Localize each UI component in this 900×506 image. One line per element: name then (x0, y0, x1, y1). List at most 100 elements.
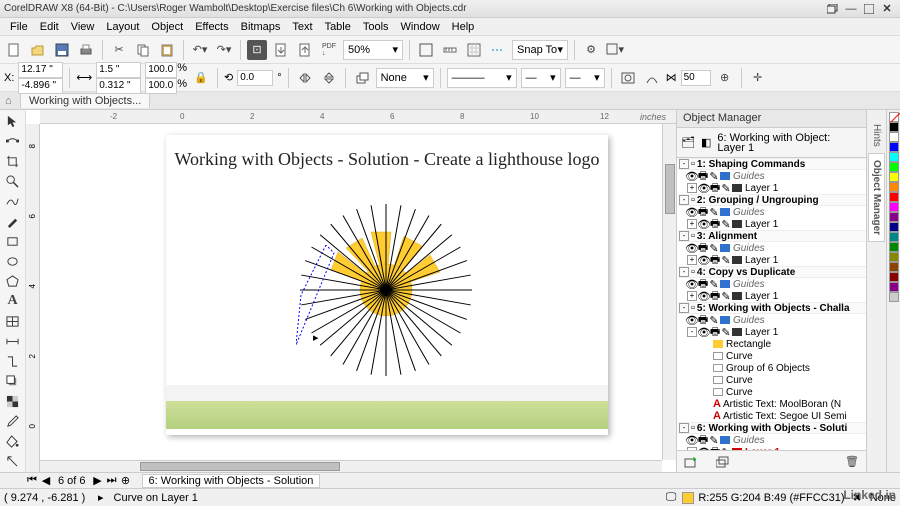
h-input[interactable] (96, 78, 141, 94)
guides-node[interactable]: 👁🖶✎Guides (677, 314, 866, 326)
layer-node[interactable]: +👁🖶✎Layer 1 (677, 254, 866, 266)
save-btn[interactable] (52, 40, 72, 60)
object-manager-tab[interactable]: Object Manager (868, 153, 885, 242)
export-btn[interactable] (295, 40, 315, 60)
object-node[interactable]: Rectangle (677, 338, 866, 350)
sx-input[interactable] (145, 62, 177, 78)
hints-tab[interactable]: Hints (869, 118, 884, 153)
menu-file[interactable]: File (4, 21, 34, 33)
color-swatch[interactable] (889, 222, 899, 232)
snap-select[interactable]: Snap To▾ (512, 40, 568, 60)
transparency-tool[interactable] (4, 392, 22, 410)
document-tab[interactable]: ⌂Working with Objects... (20, 93, 150, 108)
x-input[interactable] (18, 62, 63, 78)
rotation-input[interactable] (237, 70, 273, 86)
color-swatch[interactable] (889, 282, 899, 292)
open-btn[interactable] (28, 40, 48, 60)
menu-edit[interactable]: Edit (34, 21, 65, 33)
color-swatch[interactable] (889, 202, 899, 212)
color-swatch[interactable] (889, 132, 899, 142)
fullscreen-btn[interactable] (416, 40, 436, 60)
layer-node[interactable]: +👁🖶✎Layer 1 (677, 218, 866, 230)
w-input[interactable] (96, 62, 141, 78)
color-swatch[interactable] (889, 162, 899, 172)
object-node[interactable]: Curve (677, 374, 866, 386)
order-btn[interactable] (352, 68, 372, 88)
redo-btn[interactable]: ↷▾ (214, 40, 234, 60)
launch-btn[interactable]: ▾ (605, 40, 625, 60)
rulers-btn[interactable] (440, 40, 460, 60)
zoom-select[interactable]: 50%▾ (343, 40, 403, 60)
import-btn[interactable] (271, 40, 291, 60)
segments-input[interactable] (681, 70, 711, 86)
end-arrow-select[interactable]: —▾ (565, 68, 605, 88)
polygon-tool[interactable] (4, 272, 22, 290)
menu-text[interactable]: Text (286, 21, 318, 33)
close-btn[interactable]: ✕ (878, 2, 896, 16)
home-icon[interactable]: ⌂ (5, 95, 12, 107)
crop-tool[interactable] (4, 152, 22, 170)
guides-node[interactable]: 👁🖶✎Guides (677, 434, 866, 446)
color-swatch[interactable] (889, 272, 899, 282)
guides-btn[interactable] (488, 40, 508, 60)
eyedropper-tool[interactable] (4, 412, 22, 430)
convert-btn[interactable]: ✛ (748, 68, 768, 88)
zoom-tool[interactable] (4, 172, 22, 190)
grid-btn[interactable] (464, 40, 484, 60)
object-node[interactable]: AArtistic Text: Segoe UI Semi (677, 410, 866, 422)
color-swatch[interactable] (889, 182, 899, 192)
color-swatch[interactable] (889, 212, 899, 222)
copy-btn[interactable] (133, 40, 153, 60)
cut-btn[interactable]: ✂ (109, 40, 129, 60)
object-node[interactable]: Curve (677, 386, 866, 398)
rectangle-tool[interactable] (4, 232, 22, 250)
color-swatch[interactable] (889, 172, 899, 182)
dimension-tool[interactable] (4, 332, 22, 350)
close-curve-btn[interactable] (642, 68, 662, 88)
shape-tool[interactable] (4, 132, 22, 150)
line-style-select[interactable]: ———▾ (447, 68, 517, 88)
text-tool[interactable]: A (4, 292, 22, 310)
canvas-scroll-v[interactable] (662, 124, 676, 460)
guides-node[interactable]: 👁🖶✎Guides (677, 242, 866, 254)
color-swatch[interactable] (889, 242, 899, 252)
guides-node[interactable]: 👁🖶✎Guides (677, 206, 866, 218)
drop-shadow-tool[interactable] (4, 372, 22, 390)
object-node[interactable]: Group of 6 Objects (677, 362, 866, 374)
fill-tool[interactable] (4, 432, 22, 450)
print-btn[interactable] (76, 40, 96, 60)
color-swatch[interactable] (889, 262, 899, 272)
color-proof-icon[interactable]: 🖵 (666, 491, 677, 504)
page-tab[interactable]: 6: Working with Objects - Solution (142, 474, 321, 488)
add-page-btn[interactable]: ⊕ (120, 474, 132, 487)
start-arrow-select[interactable]: —▾ (521, 68, 561, 88)
freehand-tool[interactable] (4, 192, 22, 210)
last-page-btn[interactable]: ⏭ (106, 474, 118, 487)
guides-node[interactable]: 👁🖶✎Guides (677, 278, 866, 290)
guides-node[interactable]: 👁🖶✎Guides (677, 170, 866, 182)
minimize-btn[interactable]: — (842, 2, 860, 16)
delete-layer-btn[interactable]: 🗑 (842, 452, 862, 472)
table-tool[interactable] (4, 312, 22, 330)
prev-page-btn[interactable]: ◀ (40, 474, 52, 487)
reduce-nodes-btn[interactable]: ⊕ (715, 68, 735, 88)
publish-pdf-btn[interactable]: PDF↓ (319, 40, 339, 60)
y-input[interactable] (18, 78, 63, 94)
mirror-v-btn[interactable] (319, 68, 339, 88)
color-swatch[interactable] (889, 292, 899, 302)
sy-input[interactable] (145, 78, 177, 94)
options-btn[interactable]: ⚙ (581, 40, 601, 60)
color-swatch[interactable] (889, 232, 899, 242)
menu-window[interactable]: Window (395, 21, 446, 33)
mirror-h-btn[interactable] (295, 68, 315, 88)
no-color-swatch[interactable] (889, 112, 899, 122)
new-btn[interactable] (4, 40, 24, 60)
search-btn[interactable]: ⊡ (247, 40, 267, 60)
wrap-btn[interactable] (618, 68, 638, 88)
menu-layout[interactable]: Layout (100, 21, 145, 33)
outline-tool[interactable] (4, 452, 22, 470)
menu-effects[interactable]: Effects (189, 21, 234, 33)
paste-btn[interactable] (157, 40, 177, 60)
canvas-scroll-h[interactable] (40, 460, 662, 472)
restore-down-btn[interactable] (824, 2, 842, 16)
